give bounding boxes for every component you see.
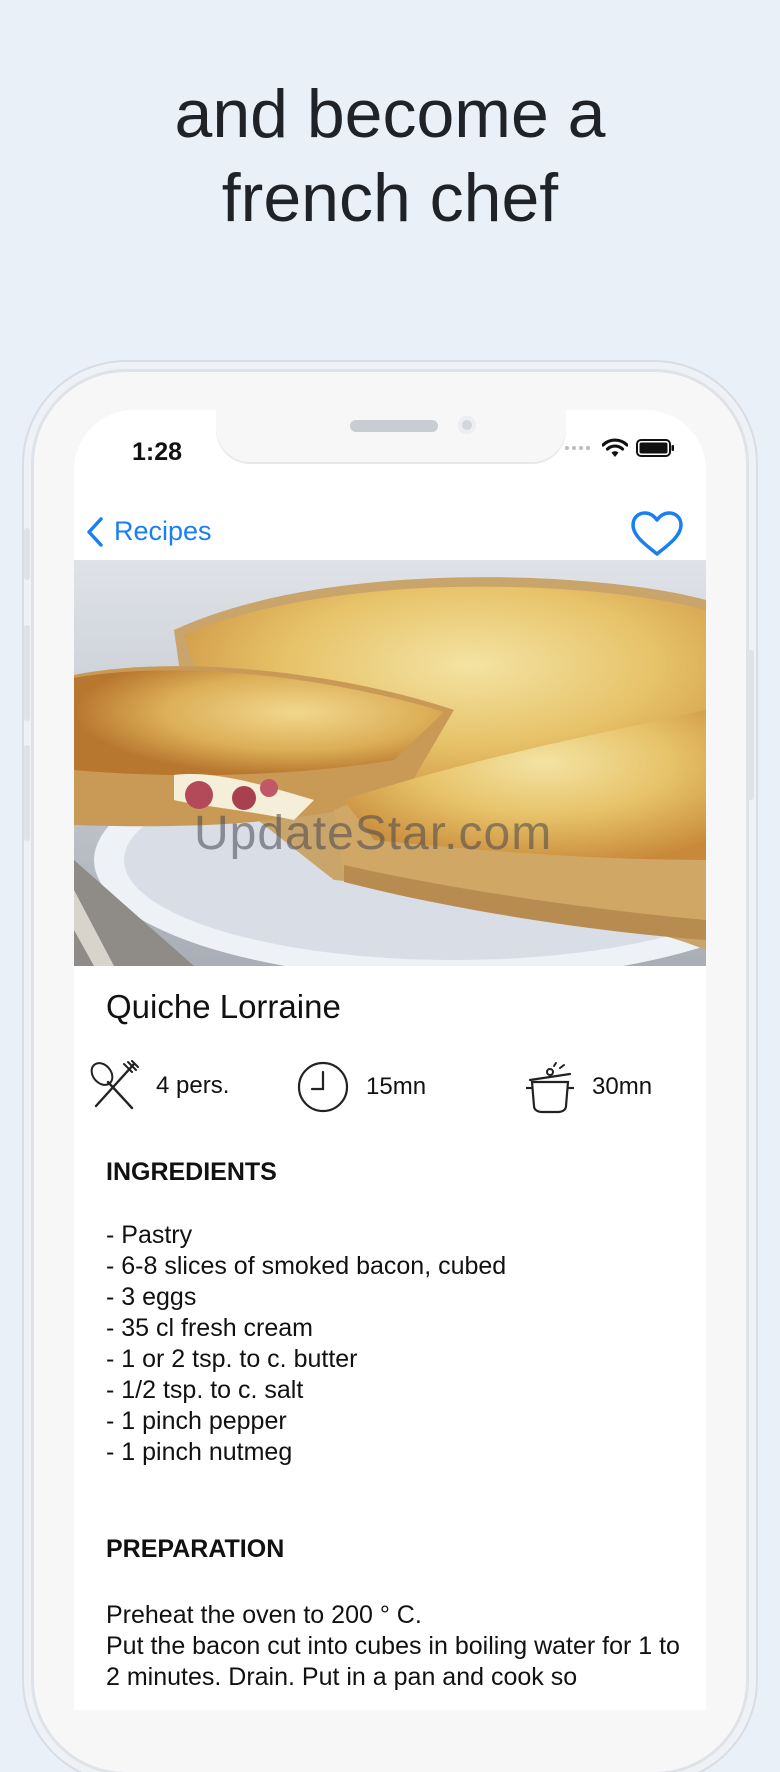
prep-time-info: 15mn <box>296 1060 426 1114</box>
cook-time-info: 30mn <box>524 1060 652 1114</box>
ingredients-list: - Pastry - 6-8 slices of smoked bacon, c… <box>106 1220 506 1468</box>
phone-power-button <box>748 650 754 800</box>
ingredients-heading: INGREDIENTS <box>106 1158 277 1186</box>
phone-mute-switch <box>24 528 30 580</box>
front-camera <box>458 416 476 434</box>
preparation-line: Put the bacon cut into cubes in boiling … <box>106 1632 680 1691</box>
recipe-title: Quiche Lorraine <box>106 988 341 1025</box>
phone-screen: 1:28 Recipes UpdateStar.com Quiche Lorra… <box>74 410 706 1710</box>
ingredient-item: - Pastry <box>106 1221 193 1249</box>
phone-volume-down-button <box>24 745 30 841</box>
battery-icon <box>636 439 674 457</box>
ingredient-item: - 1 or 2 tsp. to c. butter <box>106 1345 358 1373</box>
cook-time-text: 30mn <box>592 1073 653 1100</box>
headline-line-1: and become a <box>174 76 606 152</box>
signal-dots-icon <box>565 446 590 450</box>
chevron-left-icon <box>87 516 103 547</box>
wifi-icon <box>602 438 628 457</box>
ingredient-item: - 1/2 tsp. to c. salt <box>106 1376 304 1404</box>
watermark-text: UpdateStar.com <box>194 807 553 860</box>
preparation-line: Preheat the oven to 200 ° C. <box>106 1601 422 1629</box>
back-button[interactable]: Recipes <box>86 516 212 547</box>
ingredient-item: - 1 pinch nutmeg <box>106 1438 293 1466</box>
fork-spoon-icon <box>90 1060 139 1110</box>
phone-notch <box>216 410 566 464</box>
ingredient-item: - 3 eggs <box>106 1283 197 1311</box>
clock-icon <box>297 1061 349 1113</box>
ingredient-item: - 35 cl fresh cream <box>106 1314 314 1342</box>
recipe-photo: UpdateStar.com <box>74 560 706 966</box>
earpiece-speaker <box>350 420 438 432</box>
headline-line-2: french chef <box>221 160 559 236</box>
status-icons <box>565 438 676 458</box>
preparation-text: Preheat the oven to 200 ° C. Put the bac… <box>106 1600 686 1693</box>
favorite-button[interactable] <box>630 510 684 563</box>
status-time: 1:28 <box>132 438 183 466</box>
navigation-bar: Recipes <box>74 502 706 568</box>
prep-time-text: 15mn <box>366 1073 427 1100</box>
quiche-image <box>74 560 706 966</box>
marketing-headline: and become a french chef <box>0 72 780 240</box>
ingredient-item: - 6-8 slices of smoked bacon, cubed <box>106 1252 507 1280</box>
ingredient-item: - 1 pinch pepper <box>106 1407 287 1435</box>
heart-icon <box>631 511 683 556</box>
preparation-heading: PREPARATION <box>106 1535 285 1563</box>
servings-info: 4 pers. <box>88 1060 229 1112</box>
servings-text: 4 pers. <box>156 1072 230 1099</box>
cooking-pot-icon <box>526 1062 574 1114</box>
phone-volume-up-button <box>24 625 30 721</box>
back-button-label: Recipes <box>114 516 212 546</box>
